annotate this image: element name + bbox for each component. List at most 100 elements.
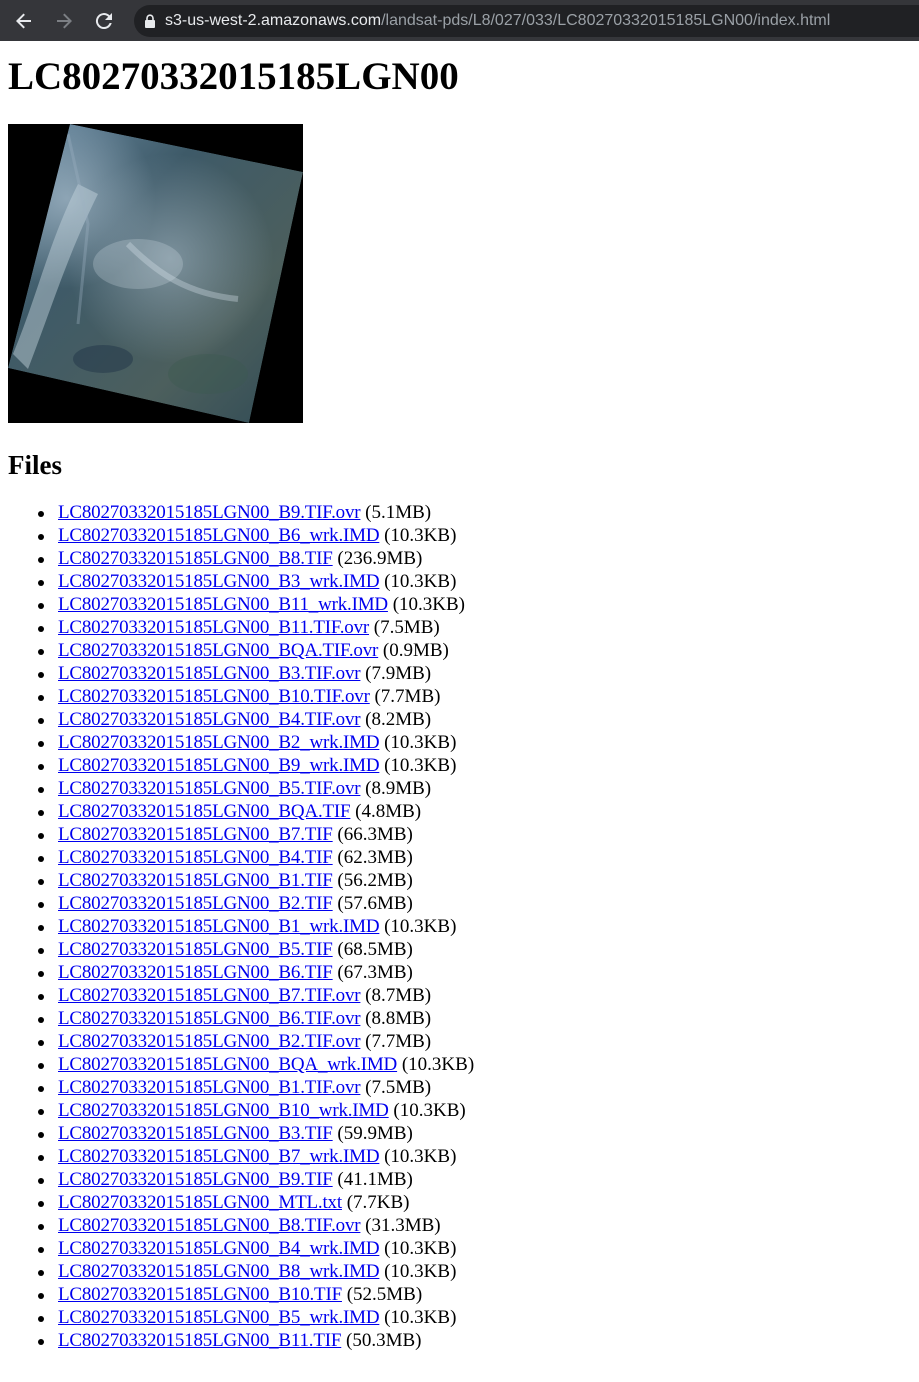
file-link[interactable]: LC80270332015185LGN00_B9.TIF <box>58 1169 333 1190</box>
file-link[interactable]: LC80270332015185LGN00_B3.TIF <box>58 1123 333 1144</box>
file-list-item: LC80270332015185LGN00_BQA.TIF.ovr (0.9MB… <box>38 639 911 662</box>
file-list-item: LC80270332015185LGN00_B9_wrk.IMD (10.3KB… <box>38 754 911 777</box>
file-list-item: LC80270332015185LGN00_B2.TIF (57.6MB) <box>38 892 911 915</box>
file-list-item: LC80270332015185LGN00_B5.TIF.ovr (8.9MB) <box>38 777 911 800</box>
file-link[interactable]: LC80270332015185LGN00_B8.TIF.ovr <box>58 1215 361 1236</box>
file-list-item: LC80270332015185LGN00_B7.TIF (66.3MB) <box>38 823 911 846</box>
file-link[interactable]: LC80270332015185LGN00_B10.TIF <box>58 1284 342 1305</box>
file-link[interactable]: LC80270332015185LGN00_B1.TIF <box>58 870 333 891</box>
file-size: (7.7MB) <box>365 1031 432 1052</box>
file-size: (10.3KB) <box>393 1100 466 1121</box>
file-link[interactable]: LC80270332015185LGN00_BQA.TIF.ovr <box>58 640 378 661</box>
file-list-item: LC80270332015185LGN00_B10_wrk.IMD (10.3K… <box>38 1099 911 1122</box>
file-link[interactable]: LC80270332015185LGN00_BQA_wrk.IMD <box>58 1054 397 1075</box>
file-link[interactable]: LC80270332015185LGN00_B7_wrk.IMD <box>58 1146 380 1167</box>
file-link[interactable]: LC80270332015185LGN00_B7.TIF <box>58 824 333 845</box>
file-size: (7.5MB) <box>365 1077 432 1098</box>
file-list-item: LC80270332015185LGN00_B3.TIF.ovr (7.9MB) <box>38 662 911 685</box>
file-list-item: LC80270332015185LGN00_B11_wrk.IMD (10.3K… <box>38 593 911 616</box>
file-list-item: LC80270332015185LGN00_B1.TIF.ovr (7.5MB) <box>38 1076 911 1099</box>
file-list-item: LC80270332015185LGN00_BQA.TIF (4.8MB) <box>38 800 911 823</box>
file-link[interactable]: LC80270332015185LGN00_B1_wrk.IMD <box>58 916 380 937</box>
file-size: (7.5MB) <box>373 617 440 638</box>
file-size: (5.1MB) <box>365 502 432 523</box>
file-link[interactable]: LC80270332015185LGN00_B8.TIF <box>58 548 333 569</box>
file-size: (10.3KB) <box>384 1261 457 1282</box>
file-size: (7.9MB) <box>365 663 432 684</box>
file-size: (62.3MB) <box>337 847 413 868</box>
file-link[interactable]: LC80270332015185LGN00_B6.TIF <box>58 962 333 983</box>
file-list-item: LC80270332015185LGN00_B3_wrk.IMD (10.3KB… <box>38 570 911 593</box>
reload-button[interactable] <box>84 3 124 39</box>
file-list-item: LC80270332015185LGN00_B7.TIF.ovr (8.7MB) <box>38 984 911 1007</box>
file-size: (10.3KB) <box>384 916 457 937</box>
file-list-item: LC80270332015185LGN00_B3.TIF (59.9MB) <box>38 1122 911 1145</box>
file-link[interactable]: LC80270332015185LGN00_B2.TIF <box>58 893 333 914</box>
browser-toolbar: s3-us-west-2.amazonaws.com/landsat-pds/L… <box>0 0 919 41</box>
file-link[interactable]: LC80270332015185LGN00_B11.TIF <box>58 1330 341 1351</box>
file-link[interactable]: LC80270332015185LGN00_BQA.TIF <box>58 801 351 822</box>
file-link[interactable]: LC80270332015185LGN00_B1.TIF.ovr <box>58 1077 361 1098</box>
address-bar[interactable]: s3-us-west-2.amazonaws.com/landsat-pds/L… <box>134 4 919 37</box>
url-path: /landsat-pds/L8/027/033/LC80270332015185… <box>381 11 831 29</box>
file-size: (8.2MB) <box>365 709 432 730</box>
file-size: (7.7KB) <box>346 1192 410 1213</box>
file-size: (41.1MB) <box>337 1169 413 1190</box>
arrow-left-icon <box>16 13 31 28</box>
file-link[interactable]: LC80270332015185LGN00_MTL.txt <box>58 1192 342 1213</box>
back-button[interactable] <box>4 3 44 39</box>
file-size: (66.3MB) <box>337 824 413 845</box>
file-list-item: LC80270332015185LGN00_B2.TIF.ovr (7.7MB) <box>38 1030 911 1053</box>
file-link[interactable]: LC80270332015185LGN00_B7.TIF.ovr <box>58 985 361 1006</box>
file-size: (50.3MB) <box>346 1330 422 1351</box>
file-size: (10.3KB) <box>384 1238 457 1259</box>
file-link[interactable]: LC80270332015185LGN00_B8_wrk.IMD <box>58 1261 380 1282</box>
file-link[interactable]: LC80270332015185LGN00_B10.TIF.ovr <box>58 686 370 707</box>
arrow-right-icon <box>57 13 72 28</box>
file-size: (52.5MB) <box>346 1284 423 1305</box>
file-link[interactable]: LC80270332015185LGN00_B6_wrk.IMD <box>58 525 380 546</box>
file-list-item: LC80270332015185LGN00_B8_wrk.IMD (10.3KB… <box>38 1260 911 1283</box>
file-size: (0.9MB) <box>382 640 449 661</box>
file-list-item: LC80270332015185LGN00_B9.TIF.ovr (5.1MB) <box>38 501 911 524</box>
file-link[interactable]: LC80270332015185LGN00_B9.TIF.ovr <box>58 502 361 523</box>
file-link[interactable]: LC80270332015185LGN00_B4_wrk.IMD <box>58 1238 380 1259</box>
file-link[interactable]: LC80270332015185LGN00_B11_wrk.IMD <box>58 594 388 615</box>
file-list-item: LC80270332015185LGN00_B4.TIF (62.3MB) <box>38 846 911 869</box>
file-list-item: LC80270332015185LGN00_B11.TIF (50.3MB) <box>38 1329 911 1352</box>
file-link[interactable]: LC80270332015185LGN00_B4.TIF <box>58 847 333 868</box>
forward-button[interactable] <box>44 3 84 39</box>
file-list: LC80270332015185LGN00_B9.TIF.ovr (5.1MB)… <box>8 501 911 1352</box>
file-size: (67.3MB) <box>337 962 413 983</box>
file-link[interactable]: LC80270332015185LGN00_B5.TIF <box>58 939 333 960</box>
file-size: (57.6MB) <box>337 893 413 914</box>
file-link[interactable]: LC80270332015185LGN00_B9_wrk.IMD <box>58 755 380 776</box>
file-link[interactable]: LC80270332015185LGN00_B4.TIF.ovr <box>58 709 361 730</box>
file-size: (7.7MB) <box>374 686 441 707</box>
file-list-item: LC80270332015185LGN00_B8.TIF (236.9MB) <box>38 547 911 570</box>
file-link[interactable]: LC80270332015185LGN00_B5_wrk.IMD <box>58 1307 380 1328</box>
file-link[interactable]: LC80270332015185LGN00_B3.TIF.ovr <box>58 663 361 684</box>
file-list-item: LC80270332015185LGN00_B6.TIF (67.3MB) <box>38 961 911 984</box>
file-link[interactable]: LC80270332015185LGN00_B2.TIF.ovr <box>58 1031 361 1052</box>
file-link[interactable]: LC80270332015185LGN00_B3_wrk.IMD <box>58 571 380 592</box>
file-list-item: LC80270332015185LGN00_B1.TIF (56.2MB) <box>38 869 911 892</box>
file-list-item: LC80270332015185LGN00_B10.TIF (52.5MB) <box>38 1283 911 1306</box>
url-host: s3-us-west-2.amazonaws.com <box>165 11 382 29</box>
file-list-item: LC80270332015185LGN00_B5.TIF (68.5MB) <box>38 938 911 961</box>
file-link[interactable]: LC80270332015185LGN00_B5.TIF.ovr <box>58 778 361 799</box>
file-size: (10.3KB) <box>384 755 457 776</box>
file-size: (10.3KB) <box>384 1307 457 1328</box>
file-link[interactable]: LC80270332015185LGN00_B6.TIF.ovr <box>58 1008 361 1029</box>
file-size: (56.2MB) <box>337 870 413 891</box>
file-size: (59.9MB) <box>337 1123 413 1144</box>
scene-thumbnail <box>8 124 303 423</box>
file-list-item: LC80270332015185LGN00_B4.TIF.ovr (8.2MB) <box>38 708 911 731</box>
file-link[interactable]: LC80270332015185LGN00_B11.TIF.ovr <box>58 617 369 638</box>
file-size: (10.3KB) <box>384 571 457 592</box>
file-size: (4.8MB) <box>355 801 422 822</box>
lock-icon[interactable] <box>144 13 156 28</box>
file-list-item: LC80270332015185LGN00_B8.TIF.ovr (31.3MB… <box>38 1214 911 1237</box>
file-link[interactable]: LC80270332015185LGN00_B2_wrk.IMD <box>58 732 380 753</box>
file-link[interactable]: LC80270332015185LGN00_B10_wrk.IMD <box>58 1100 389 1121</box>
